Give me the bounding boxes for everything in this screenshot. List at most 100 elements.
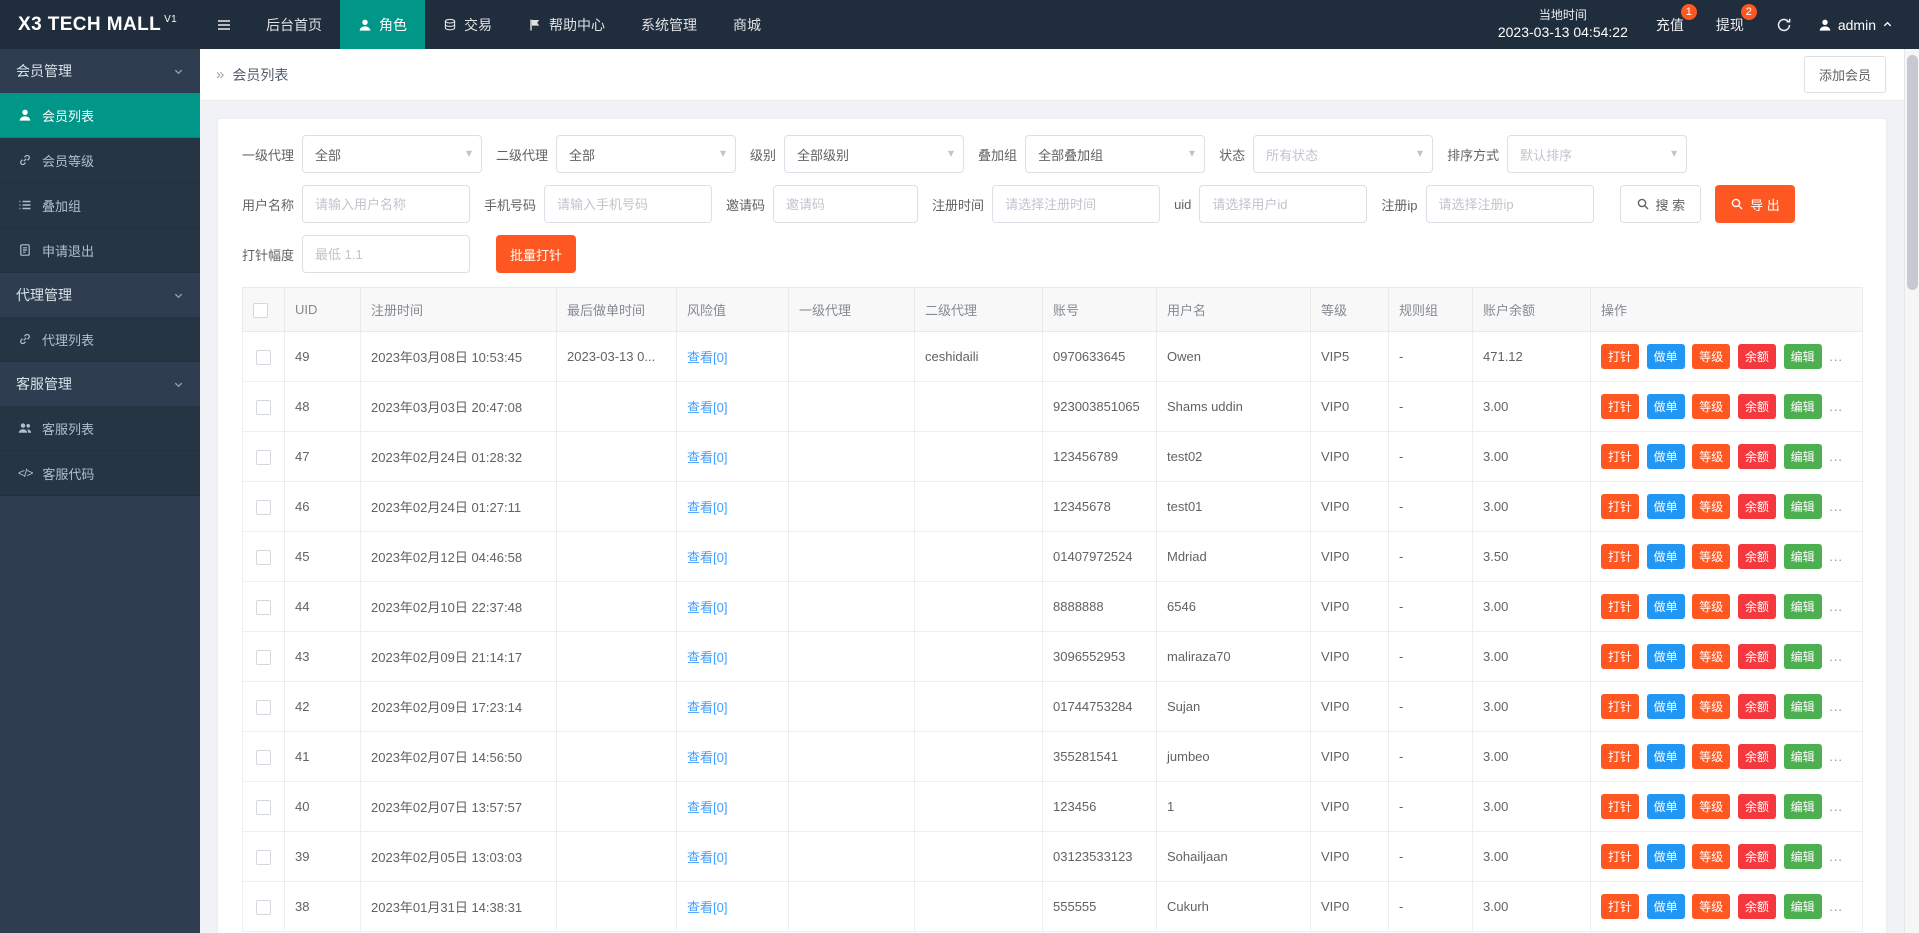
balance-button[interactable]: 余额 — [1737, 344, 1776, 369]
row-checkbox[interactable] — [256, 899, 271, 915]
agent2-select[interactable]: 全部 ▾ — [556, 135, 737, 173]
more-actions[interactable]: ... — [1829, 399, 1843, 414]
export-button[interactable]: 导 出 — [1715, 185, 1795, 223]
sidebar-item-stack-group[interactable]: 叠加组 — [0, 183, 200, 228]
phone-input[interactable] — [544, 185, 713, 223]
register-ip-input[interactable] — [1425, 185, 1594, 223]
edit-button[interactable]: 编辑 — [1783, 894, 1822, 919]
row-checkbox[interactable] — [256, 549, 271, 565]
balance-button[interactable]: 余额 — [1737, 594, 1776, 619]
risk-view-link[interactable]: 查看[0] — [687, 400, 727, 415]
stack-group-select[interactable]: 全部叠加组 ▾ — [1025, 135, 1206, 173]
edit-button[interactable]: 编辑 — [1783, 394, 1822, 419]
row-checkbox[interactable] — [256, 749, 271, 765]
row-checkbox[interactable] — [256, 849, 271, 865]
level-button[interactable]: 等级 — [1692, 494, 1731, 519]
sidebar-item-agent-list[interactable]: 代理列表 — [0, 317, 200, 362]
more-actions[interactable]: ... — [1829, 749, 1843, 764]
balance-button[interactable]: 余额 — [1737, 444, 1776, 469]
risk-view-link[interactable]: 查看[0] — [687, 550, 727, 565]
risk-view-link[interactable]: 查看[0] — [687, 700, 727, 715]
make-order-button[interactable]: 做单 — [1646, 494, 1685, 519]
sidebar-item-member-list[interactable]: 会员列表 — [0, 93, 200, 138]
balance-button[interactable]: 余额 — [1737, 894, 1776, 919]
batch-inject-button[interactable]: 批量打针 — [496, 235, 577, 273]
level-button[interactable]: 等级 — [1692, 644, 1731, 669]
edit-button[interactable]: 编辑 — [1783, 644, 1822, 669]
more-actions[interactable]: ... — [1829, 349, 1843, 364]
make-order-button[interactable]: 做单 — [1646, 444, 1685, 469]
row-checkbox[interactable] — [256, 449, 271, 465]
level-button[interactable]: 等级 — [1692, 844, 1731, 869]
more-actions[interactable]: ... — [1829, 599, 1843, 614]
balance-button[interactable]: 余额 — [1737, 744, 1776, 769]
inject-button[interactable]: 打针 — [1601, 544, 1640, 569]
sort-select[interactable]: 默认排序 ▾ — [1507, 135, 1688, 173]
inject-button[interactable]: 打针 — [1601, 794, 1640, 819]
select-all-checkbox[interactable] — [253, 302, 268, 318]
sidebar-section-agent-management[interactable]: 代理管理 — [0, 273, 200, 317]
edit-button[interactable]: 编辑 — [1783, 444, 1822, 469]
invite-code-input[interactable] — [773, 185, 919, 223]
sidebar-item-service-code[interactable]: </> 客服代码 — [0, 451, 200, 496]
sidebar-section-member-management[interactable]: 会员管理 — [0, 49, 200, 93]
sidebar-item-service-list[interactable]: 客服列表 — [0, 406, 200, 451]
edit-button[interactable]: 编辑 — [1783, 344, 1822, 369]
inject-button[interactable]: 打针 — [1601, 694, 1640, 719]
more-actions[interactable]: ... — [1829, 799, 1843, 814]
level-button[interactable]: 等级 — [1692, 894, 1731, 919]
edit-button[interactable]: 编辑 — [1783, 744, 1822, 769]
inject-button[interactable]: 打针 — [1601, 594, 1640, 619]
inject-button[interactable]: 打针 — [1601, 644, 1640, 669]
risk-view-link[interactable]: 查看[0] — [687, 500, 727, 515]
vertical-scrollbar[interactable] — [1904, 49, 1919, 933]
more-actions[interactable]: ... — [1829, 849, 1843, 864]
row-checkbox[interactable] — [256, 649, 271, 665]
make-order-button[interactable]: 做单 — [1646, 794, 1685, 819]
make-order-button[interactable]: 做单 — [1646, 744, 1685, 769]
sidebar-toggle-button[interactable] — [200, 0, 248, 49]
make-order-button[interactable]: 做单 — [1646, 594, 1685, 619]
register-time-input[interactable] — [992, 185, 1161, 223]
make-order-button[interactable]: 做单 — [1646, 394, 1685, 419]
nav-help-center[interactable]: 帮助中心 — [510, 0, 623, 49]
risk-view-link[interactable]: 查看[0] — [687, 800, 727, 815]
inject-button[interactable]: 打针 — [1601, 894, 1640, 919]
scrollbar-thumb[interactable] — [1907, 55, 1918, 290]
make-order-button[interactable]: 做单 — [1646, 844, 1685, 869]
search-button[interactable]: 搜 索 — [1619, 185, 1702, 223]
level-button[interactable]: 等级 — [1692, 694, 1731, 719]
edit-button[interactable]: 编辑 — [1783, 694, 1822, 719]
more-actions[interactable]: ... — [1829, 699, 1843, 714]
sidebar-section-service-management[interactable]: 客服管理 — [0, 362, 200, 406]
row-checkbox[interactable] — [256, 499, 271, 515]
nav-mall[interactable]: 商城 — [715, 0, 779, 49]
refresh-button[interactable] — [1776, 17, 1792, 33]
inject-button[interactable]: 打针 — [1601, 744, 1640, 769]
nav-system-management[interactable]: 系统管理 — [623, 0, 715, 49]
nav-role[interactable]: 角色 — [340, 0, 425, 49]
level-button[interactable]: 等级 — [1692, 794, 1731, 819]
level-button[interactable]: 等级 — [1692, 444, 1731, 469]
nav-transactions[interactable]: 交易 — [425, 0, 510, 49]
more-actions[interactable]: ... — [1829, 649, 1843, 664]
risk-view-link[interactable]: 查看[0] — [687, 900, 727, 915]
withdraw-shortcut[interactable]: 提现 2 — [1716, 3, 1757, 35]
username-input[interactable] — [302, 185, 471, 223]
user-menu[interactable]: admin — [1818, 17, 1893, 33]
more-actions[interactable]: ... — [1829, 499, 1843, 514]
edit-button[interactable]: 编辑 — [1783, 794, 1822, 819]
level-button[interactable]: 等级 — [1692, 744, 1731, 769]
sidebar-item-exit-request[interactable]: 申请退出 — [0, 228, 200, 273]
risk-view-link[interactable]: 查看[0] — [687, 850, 727, 865]
inject-button[interactable]: 打针 — [1601, 844, 1640, 869]
risk-view-link[interactable]: 查看[0] — [687, 750, 727, 765]
add-member-button[interactable]: 添加会员 — [1803, 56, 1886, 93]
level-button[interactable]: 等级 — [1692, 594, 1731, 619]
risk-view-link[interactable]: 查看[0] — [687, 650, 727, 665]
make-order-button[interactable]: 做单 — [1646, 894, 1685, 919]
agent1-select[interactable]: 全部 ▾ — [302, 135, 483, 173]
row-checkbox[interactable] — [256, 699, 271, 715]
edit-button[interactable]: 编辑 — [1783, 594, 1822, 619]
balance-button[interactable]: 余额 — [1737, 394, 1776, 419]
